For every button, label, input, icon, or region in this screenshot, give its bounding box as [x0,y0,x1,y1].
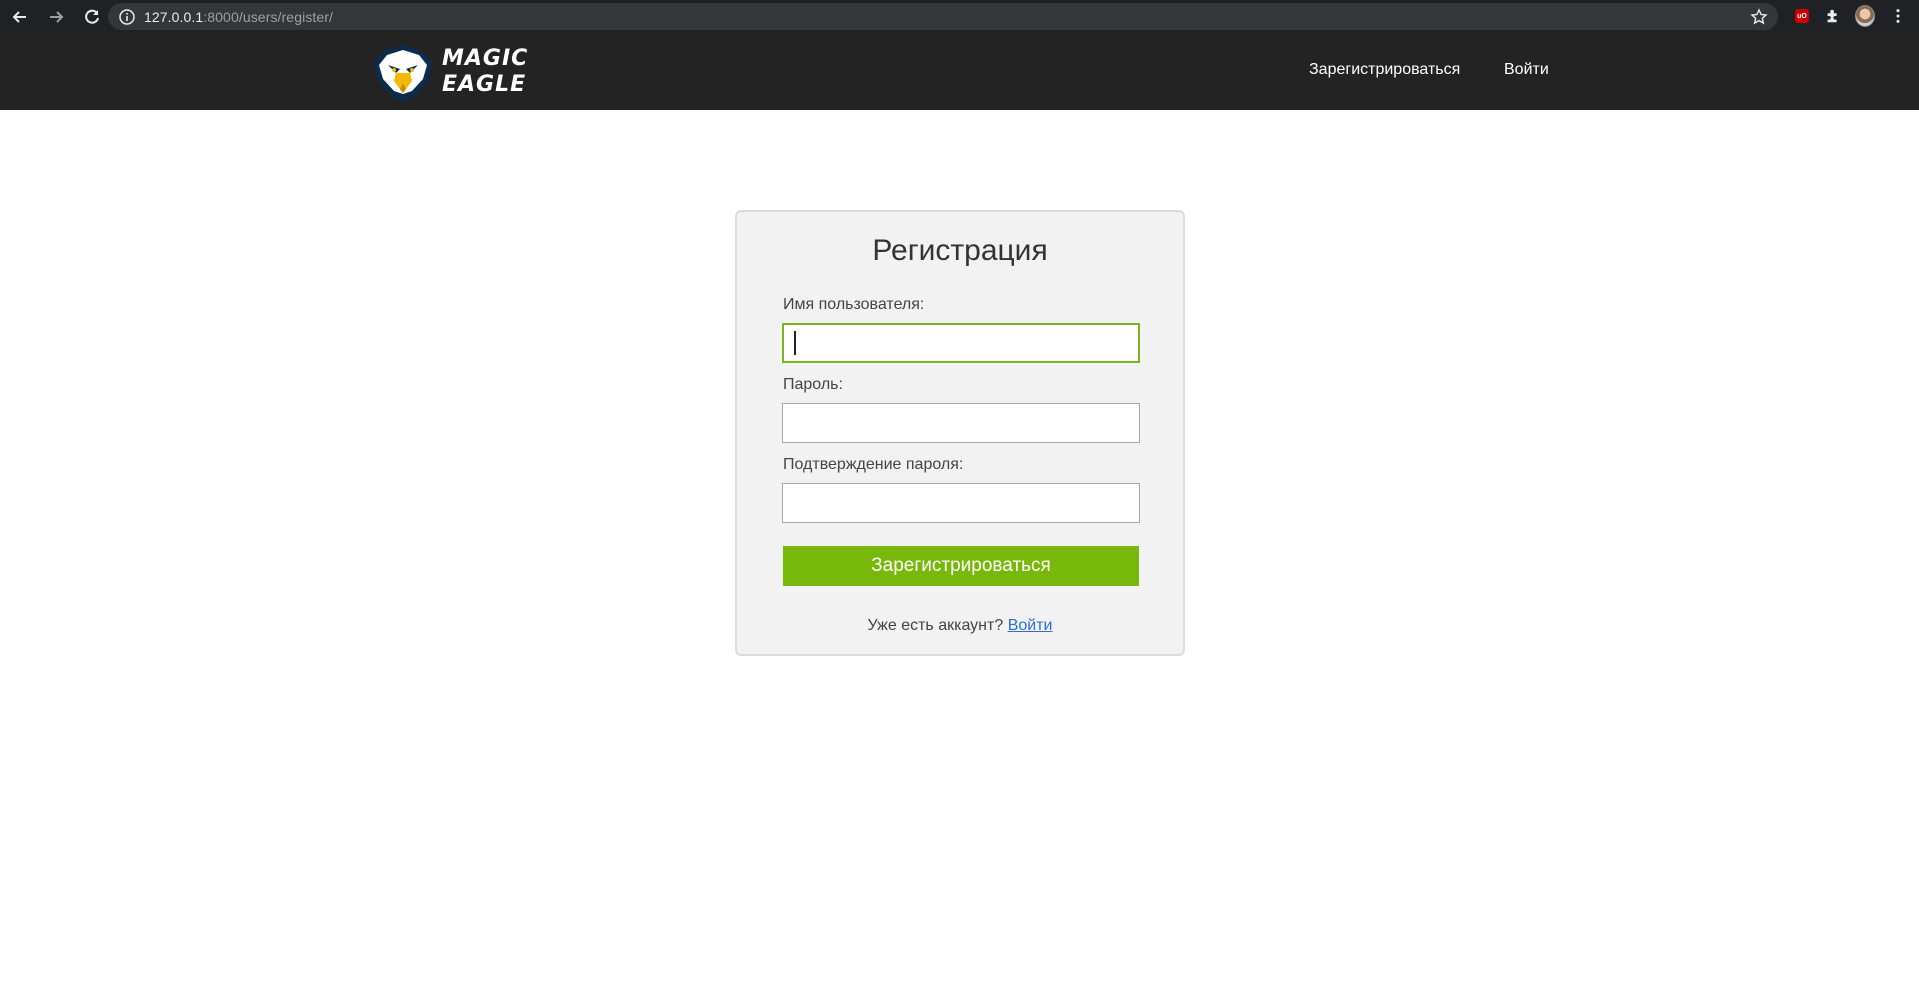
extensions-puzzle-icon[interactable] [1823,6,1843,26]
password-label: Пароль: [783,376,843,393]
logo-line-1: MAGIC [442,46,529,71]
browser-menu-icon[interactable] [1888,6,1908,26]
eagle-logo-icon [374,45,432,101]
url-path: :8000/users/register/ [203,8,334,25]
text-caret [794,331,796,355]
back-arrow-icon [12,10,26,23]
profile-avatar[interactable] [1855,5,1875,27]
confirm-password-field[interactable] [782,483,1140,523]
nav-login-link[interactable]: Войти [1504,61,1549,79]
register-button[interactable]: Зарегистрироваться [783,546,1139,586]
info-icon[interactable] [118,8,136,26]
site-logo[interactable]: MAGIC EAGLE [370,41,528,103]
url-text[interactable]: 127.0.0.1:8000/users/register/ [144,9,333,25]
bookmark-star-icon[interactable] [1750,8,1768,26]
username-field[interactable] [782,323,1140,363]
login-prompt: Уже есть аккаунт? Войти [737,617,1183,635]
reload-icon [85,9,99,24]
forward-button[interactable] [40,1,72,33]
confirm-password-label: Подтверждение пароля: [783,456,964,473]
reload-button[interactable] [76,1,108,33]
username-label: Имя пользователя: [783,296,925,313]
login-prompt-text: Уже есть аккаунт? [867,617,1004,634]
logo-wordmark: MAGIC EAGLE [442,48,528,96]
logo-line-2: EAGLE [442,72,527,97]
url-host: 127.0.0.1 [144,8,204,25]
registration-card: Регистрация Имя пользователя: Пароль: По… [735,210,1185,656]
password-field[interactable] [782,403,1140,443]
browser-toolbar: 127.0.0.1:8000/users/register/ uO [0,0,1919,33]
login-link[interactable]: Войти [1008,617,1053,634]
site-header: MAGIC EAGLE Зарегистрироваться Войти [0,33,1919,110]
address-bar[interactable]: 127.0.0.1:8000/users/register/ [108,3,1778,30]
nav-register-link[interactable]: Зарегистрироваться [1309,61,1460,79]
ublock-extension-icon[interactable]: uO [1792,6,1812,26]
page-title: Регистрация [872,234,1048,267]
forward-arrow-icon [50,10,64,23]
back-button[interactable] [4,1,36,33]
